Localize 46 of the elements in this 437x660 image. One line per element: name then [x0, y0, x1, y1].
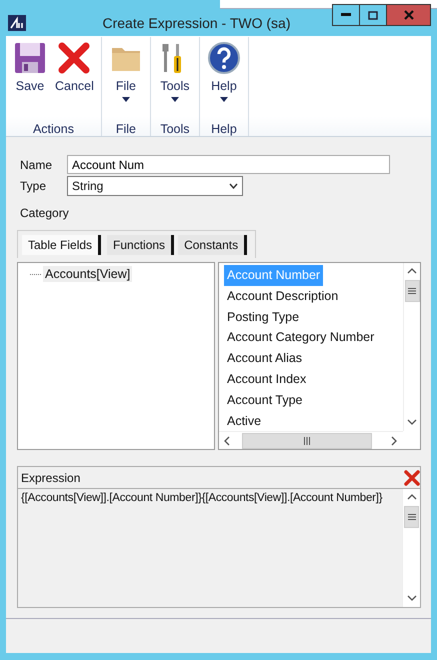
help-button[interactable]: Help: [204, 37, 244, 119]
scroll-right-icon[interactable]: [390, 436, 400, 446]
scroll-down-icon[interactable]: [406, 594, 416, 604]
maximize-icon: [368, 10, 378, 20]
scroll-down-icon[interactable]: [407, 418, 417, 428]
close-button[interactable]: [387, 5, 430, 25]
field-list-item[interactable]: Posting Type: [224, 306, 302, 328]
name-field[interactable]: Account Num: [67, 155, 390, 174]
minimize-icon: [341, 13, 351, 17]
group-label: Actions: [32, 121, 74, 138]
type-dropdown[interactable]: String: [67, 176, 243, 196]
field-list-item[interactable]: Account Category Number: [224, 327, 378, 348]
window-title: Create Expression - TWO (sa): [101, 14, 292, 30]
clear-x-icon[interactable]: [404, 470, 420, 486]
chevron-down-icon: [229, 182, 238, 188]
field-label: Type: [19, 178, 48, 192]
cancel-x-icon: [57, 41, 92, 75]
field-list-item[interactable]: Account Index: [224, 368, 310, 390]
tools-button[interactable]: Tools: [154, 37, 195, 119]
scroll-left-icon[interactable]: [222, 436, 232, 446]
tree-item[interactable]: Accounts[View]: [43, 266, 132, 282]
field-label: Name: [19, 158, 54, 172]
tab[interactable]: Functions: [107, 234, 174, 254]
field-list-item[interactable]: Account Description: [224, 286, 342, 307]
field-list-item[interactable]: Account Alias: [224, 348, 306, 369]
tab[interactable]: Constants: [178, 234, 248, 254]
field-list-item[interactable]: Account Type: [224, 390, 306, 411]
scrollbar-thumb[interactable]: [404, 506, 419, 528]
app-logo-icon: [8, 14, 26, 30]
group-label: Help: [211, 121, 237, 138]
minimize-button[interactable]: [333, 5, 360, 25]
scrollbar-thumb[interactable]: [404, 280, 420, 302]
expression-text[interactable]: {[Accounts[View]].[Account Number]}{[Accounts[View]].[Account Number]}: [18, 489, 402, 607]
tab[interactable]: Table Fields: [22, 234, 102, 254]
scrollbar-thumb[interactable]: [242, 432, 372, 448]
close-icon: [404, 10, 414, 20]
help-icon: [206, 41, 241, 75]
save-button[interactable]: Save: [10, 37, 50, 119]
group-label: File: [116, 121, 136, 138]
group-label: Tools: [160, 121, 190, 138]
folder-button[interactable]: File: [106, 37, 146, 119]
category-label: Category: [19, 206, 70, 222]
field-list-item[interactable]: Active: [224, 410, 264, 431]
cancel-button[interactable]: Cancel: [52, 37, 97, 119]
maximize-button[interactable]: [360, 5, 387, 25]
expression-label: Expression: [21, 470, 80, 484]
